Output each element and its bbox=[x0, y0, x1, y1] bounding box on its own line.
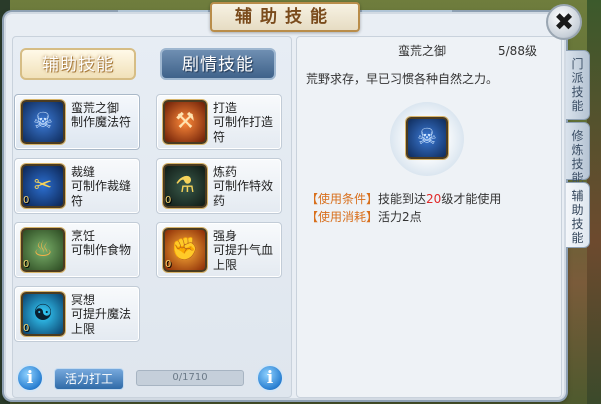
skill-level: 0 bbox=[23, 259, 30, 270]
skill-name: 打造 bbox=[213, 101, 238, 115]
tab-auxiliary-skills[interactable]: 辅助技能 bbox=[20, 48, 136, 80]
skill-name: 炼药 bbox=[213, 165, 238, 179]
skill-card-forging[interactable]: ⚒ 打造 可制作打造符 bbox=[156, 94, 282, 150]
skill-level: 0 bbox=[23, 195, 30, 206]
skill-card-tailoring[interactable]: ✂ 0 裁缝 可制作裁缝符 bbox=[14, 158, 140, 214]
title-ornament-left bbox=[118, 10, 208, 20]
cost-text: 活力2点 bbox=[378, 210, 422, 224]
skill-desc: 可制作特效药 bbox=[213, 179, 274, 208]
condition-post: 级才能使用 bbox=[441, 192, 502, 206]
demon-mask-icon: ☠ bbox=[406, 117, 448, 159]
skill-list-panel bbox=[12, 36, 292, 398]
skill-desc: 可提升气血上限 bbox=[213, 243, 274, 272]
skill-card-strength[interactable]: ✊ 0 强身 可提升气血上限 bbox=[156, 222, 282, 278]
window-title: 辅助技能 bbox=[210, 2, 360, 32]
skill-name: 蛮荒之御 bbox=[71, 101, 120, 115]
energy-work-button[interactable]: 活力打工 bbox=[54, 368, 124, 390]
title-ornament-right bbox=[362, 10, 452, 20]
skill-level: 0 bbox=[165, 259, 172, 270]
skill-desc: 可提升魔法上限 bbox=[71, 307, 132, 336]
energy-progress-bar: 0/1710 bbox=[136, 370, 244, 386]
skill-card-meditation[interactable]: ☯ 0 冥想 可提升魔法上限 bbox=[14, 286, 140, 342]
detail-skill-name: 蛮荒之御 bbox=[398, 44, 447, 58]
skill-card-alchemy[interactable]: ⚗ 0 炼药 可制作特效药 bbox=[156, 158, 282, 214]
tab-story-skills[interactable]: 剧情技能 bbox=[160, 48, 276, 80]
skill-name: 裁缝 bbox=[71, 165, 96, 179]
close-button[interactable]: ✖ bbox=[546, 4, 582, 40]
skill-desc: 可制作打造符 bbox=[213, 115, 274, 144]
skill-card-cooking[interactable]: ♨ 0 烹饪 可制作食物 bbox=[14, 222, 140, 278]
skill-desc: 可制作食物 bbox=[71, 243, 132, 257]
side-tab-sect-skills[interactable]: 门派技能 bbox=[566, 50, 590, 120]
skill-desc: 制作魔法符 bbox=[71, 115, 132, 129]
skill-name: 烹饪 bbox=[71, 229, 96, 243]
skill-name: 强身 bbox=[213, 229, 238, 243]
info-button-left[interactable]: i bbox=[16, 364, 44, 392]
skill-level: 0 bbox=[165, 195, 172, 206]
demon-mask-icon: ☠ bbox=[21, 100, 65, 144]
skill-card-manhuang[interactable]: ☠ 蛮荒之御 制作魔法符 bbox=[14, 94, 140, 150]
info-button-right[interactable]: i bbox=[256, 364, 284, 392]
energy-progress-text: 0/1710 bbox=[172, 372, 208, 383]
condition-level: 20 bbox=[426, 192, 442, 206]
condition-pre: 技能到达 bbox=[378, 192, 427, 206]
detail-skill-description: 荒野求存，早已习惯各种自然之力。 bbox=[306, 72, 499, 86]
condition-tag: 【使用条件】 bbox=[306, 192, 379, 206]
side-tab-cultivation-skills[interactable]: 修炼技能 bbox=[566, 122, 590, 185]
skill-name: 冥想 bbox=[71, 293, 96, 307]
skill-desc: 可制作裁缝符 bbox=[71, 179, 132, 208]
detail-skill-level: 5/88级 bbox=[498, 44, 537, 58]
use-cost: 【使用消耗】活力2点 bbox=[306, 208, 422, 225]
skill-level: 0 bbox=[23, 323, 30, 334]
side-tab-auxiliary-skills[interactable]: 辅助技能 bbox=[566, 182, 590, 248]
use-condition: 【使用条件】技能到达20级才能使用 bbox=[306, 190, 501, 207]
hammer-anvil-icon: ⚒ bbox=[163, 100, 207, 144]
cost-tag: 【使用消耗】 bbox=[306, 210, 379, 224]
